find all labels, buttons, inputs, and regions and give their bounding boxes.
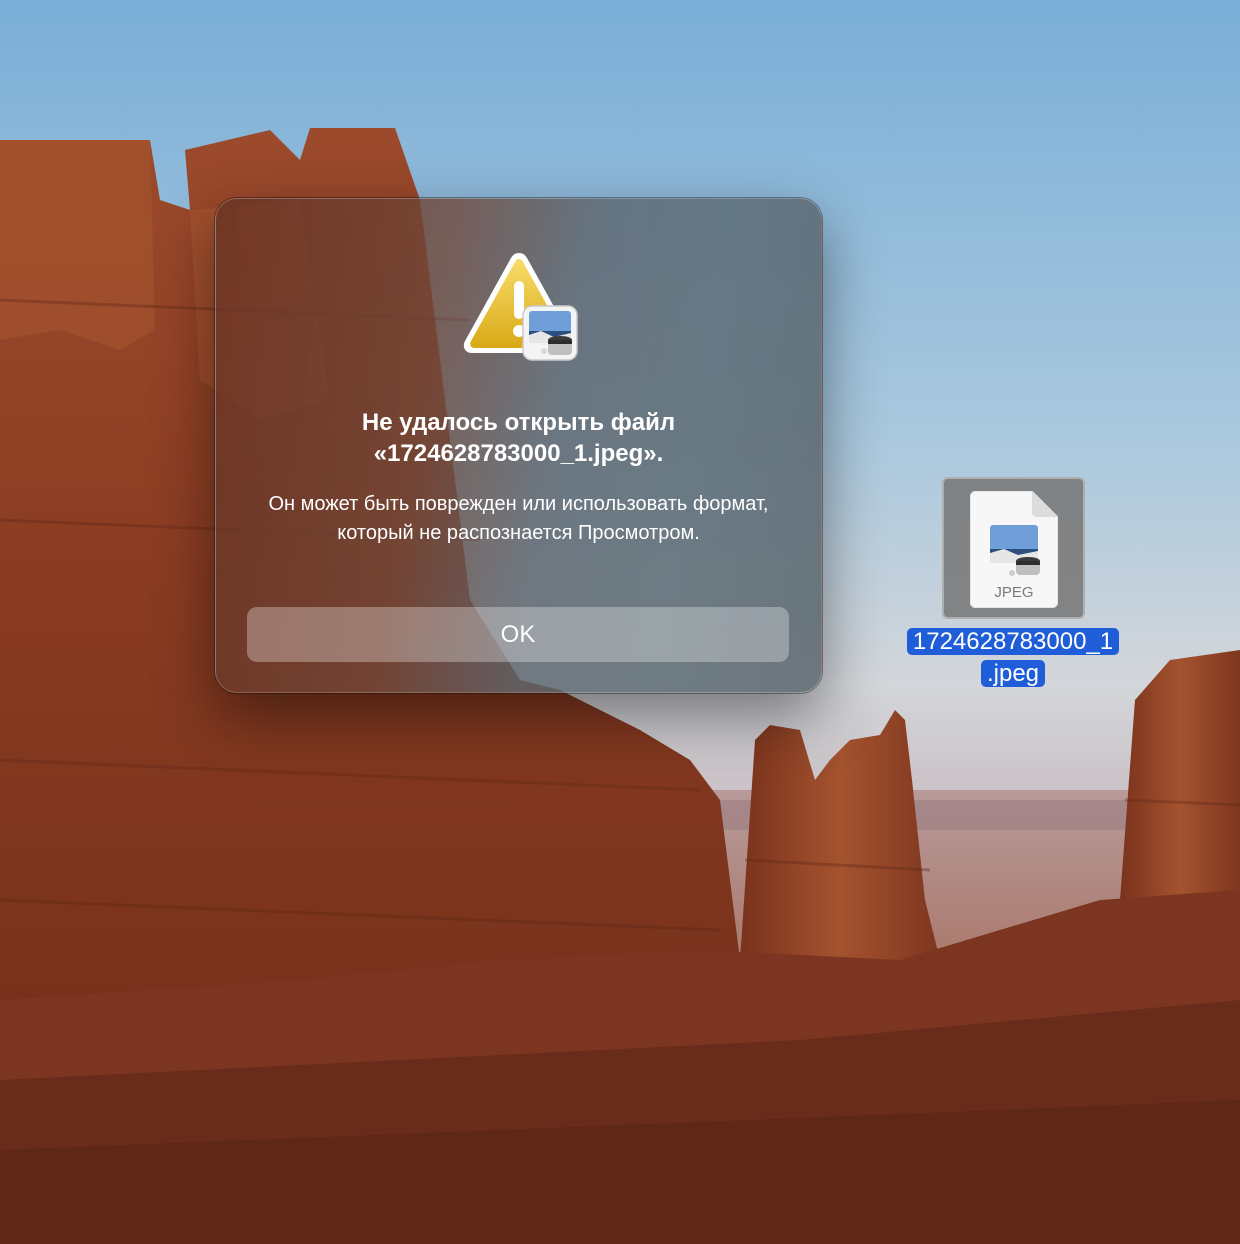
file-name-text: 1724628783000_1 .jpeg xyxy=(906,628,1120,687)
jpeg-document-icon: JPEG xyxy=(970,491,1058,608)
alert-message: Он может быть поврежден или использовать… xyxy=(268,493,769,544)
preview-app-badge-icon xyxy=(522,305,578,361)
ok-button[interactable]: OK xyxy=(247,607,789,662)
alert-title: Не удалось открыть файл «1724628783000_1… xyxy=(361,409,676,467)
warning-icon xyxy=(463,253,578,361)
desktop-file-icon[interactable]: JPEG xyxy=(942,477,1085,619)
file-name-label[interactable]: 1724628783000_1 .jpeg xyxy=(892,626,1134,690)
desktop: Не удалось открыть файл «1724628783000_1… xyxy=(0,0,1240,1244)
alert-dialog: Не удалось открыть файл «1724628783000_1… xyxy=(215,198,822,693)
file-type-label: JPEG xyxy=(994,584,1033,601)
